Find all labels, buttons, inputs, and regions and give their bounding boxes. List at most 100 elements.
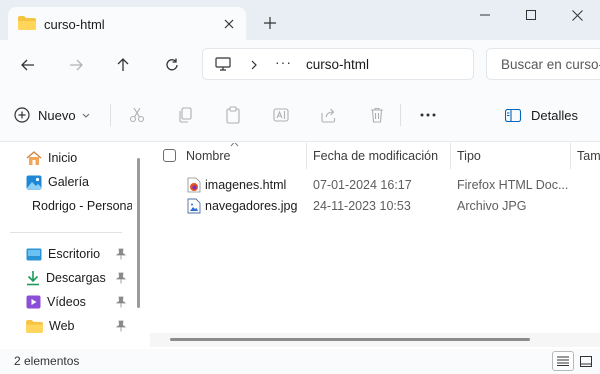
tab-close-button[interactable]	[220, 15, 238, 33]
forward-button[interactable]	[64, 53, 88, 77]
plus-icon	[264, 17, 276, 29]
sidebar-item-onedrive[interactable]: Rodrigo - Personal	[26, 196, 132, 216]
sidebar-item-label: Inicio	[48, 151, 78, 165]
sort-ascending-icon	[230, 143, 239, 147]
file-modified: 07-01-2024 16:17	[313, 178, 412, 192]
up-button[interactable]	[111, 53, 135, 77]
sidebar-item-label: Rodrigo - Personal	[32, 199, 132, 213]
status-bar: 2 elementos	[0, 349, 600, 374]
preview-view-icon	[580, 355, 592, 367]
sidebar-item-inicio[interactable]: Inicio	[26, 148, 132, 168]
back-button[interactable]	[16, 53, 40, 77]
scissors-icon	[129, 107, 145, 123]
column-header-name[interactable]: Nombre	[186, 149, 230, 163]
search-box[interactable]	[486, 48, 600, 80]
navigation-pane: Inicio Galería Rodrigo - Personal Escrit…	[0, 143, 132, 349]
more-dots-icon	[420, 113, 436, 117]
file-type: Firefox HTML Doc...	[457, 178, 569, 192]
gallery-icon	[26, 175, 42, 189]
toolbar-separator	[400, 104, 401, 126]
trash-icon	[371, 107, 383, 123]
table-row[interactable]: imagenes.html 07-01-2024 16:17 Firefox H…	[150, 175, 600, 196]
title-bar: curso-html	[0, 0, 600, 40]
image-file-icon	[187, 198, 201, 214]
folder-icon	[26, 319, 43, 333]
paste-button[interactable]	[222, 104, 244, 126]
download-icon	[27, 271, 39, 286]
pin-icon[interactable]	[116, 296, 126, 308]
rename-button[interactable]	[270, 104, 292, 126]
sidebar-item-galeria[interactable]: Galería	[26, 172, 132, 192]
close-icon	[224, 19, 234, 29]
file-type: Archivo JPG	[457, 199, 527, 213]
list-view-icon	[557, 356, 569, 366]
table-row[interactable]: navegadores.jpg 24-11-2023 10:53 Archivo…	[150, 196, 600, 217]
search-input[interactable]	[487, 49, 600, 79]
address-bar[interactable]: ··· curso-html	[202, 48, 474, 80]
sidebar-item-videos[interactable]: Vídeos	[26, 292, 132, 312]
command-toolbar: Nuevo Detalles	[0, 88, 600, 142]
minimize-icon	[480, 14, 490, 16]
delete-button[interactable]	[366, 104, 388, 126]
cut-button[interactable]	[126, 104, 148, 126]
sidebar-item-descargas[interactable]: Descargas	[26, 268, 132, 288]
details-button[interactable]: Detalles	[505, 104, 578, 126]
column-header-row: Nombre Fecha de modificación Tipo Tamaño	[150, 143, 600, 169]
address-path-segment[interactable]: curso-html	[306, 57, 369, 72]
column-divider[interactable]	[450, 143, 451, 169]
pin-icon[interactable]	[116, 248, 126, 260]
column-header-size[interactable]: Tamaño	[577, 149, 600, 163]
tiles-view-button[interactable]	[575, 351, 597, 371]
maximize-button[interactable]	[508, 0, 554, 30]
column-divider[interactable]	[570, 143, 571, 169]
computer-icon	[215, 57, 231, 74]
column-header-type[interactable]: Tipo	[457, 149, 481, 163]
minimize-button[interactable]	[462, 0, 508, 30]
pin-icon[interactable]	[116, 320, 126, 332]
column-header-modified[interactable]: Fecha de modificación	[313, 149, 438, 163]
plus-circle-icon	[14, 107, 30, 123]
new-tab-button[interactable]	[262, 15, 278, 31]
desktop-icon	[26, 248, 42, 260]
sidebar-separator	[10, 232, 122, 233]
arrow-right-icon	[70, 59, 83, 71]
tab-title: curso-html	[44, 17, 105, 32]
maximize-icon	[526, 10, 536, 20]
more-options-button[interactable]	[417, 104, 439, 126]
firefox-html-file-icon	[187, 177, 201, 193]
close-window-button[interactable]	[554, 0, 600, 30]
refresh-button[interactable]	[160, 53, 184, 77]
file-name: navegadores.jpg	[205, 199, 298, 213]
toolbar-separator	[110, 104, 111, 126]
refresh-icon	[166, 58, 178, 71]
address-overflow-button[interactable]: ···	[275, 54, 292, 70]
new-button[interactable]: Nuevo	[14, 102, 90, 128]
select-all-checkbox[interactable]	[163, 149, 176, 162]
sidebar-scrollbar[interactable]	[137, 158, 140, 308]
copy-button[interactable]	[174, 104, 196, 126]
share-button[interactable]	[318, 104, 340, 126]
folder-icon	[18, 16, 36, 33]
details-view-button[interactable]	[552, 351, 574, 371]
new-button-label: Nuevo	[38, 107, 76, 123]
rename-icon	[273, 108, 289, 122]
chevron-right-icon[interactable]	[251, 59, 258, 73]
close-icon	[571, 9, 583, 21]
arrow-up-icon	[117, 58, 129, 71]
file-name: imagenes.html	[205, 178, 287, 192]
tab-curso-html[interactable]: curso-html	[8, 7, 246, 40]
home-icon	[26, 150, 42, 165]
copy-icon	[179, 107, 192, 123]
pin-icon[interactable]	[116, 272, 126, 284]
details-pane-icon	[505, 108, 521, 122]
clipboard-icon	[226, 106, 240, 124]
horizontal-scrollbar-thumb[interactable]	[170, 338, 530, 341]
sidebar-item-escritorio[interactable]: Escritorio	[26, 244, 132, 264]
sidebar-item-web[interactable]: Web	[26, 316, 132, 336]
sidebar-item-label: Galería	[48, 175, 89, 189]
file-list: Nombre Fecha de modificación Tipo Tamaño…	[150, 143, 600, 349]
sidebar-item-label: Vídeos	[47, 295, 86, 309]
column-divider[interactable]	[306, 143, 307, 169]
sidebar-item-label: Descargas	[46, 271, 106, 285]
share-icon	[321, 108, 336, 123]
